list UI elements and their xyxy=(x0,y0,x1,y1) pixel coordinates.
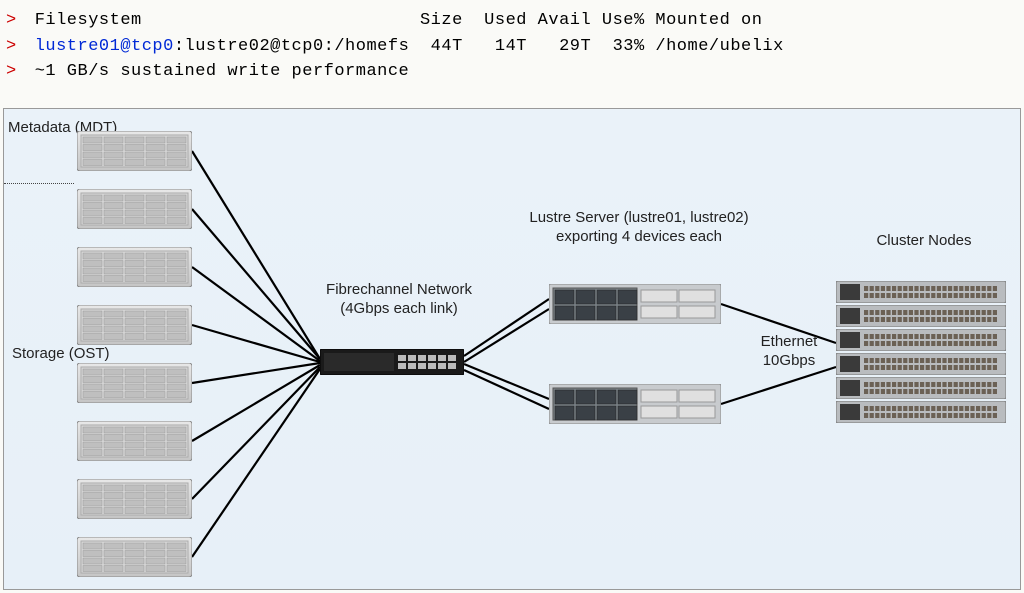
cluster-node-icon xyxy=(836,353,1006,375)
cluster-nodes-label: Cluster Nodes xyxy=(854,232,994,251)
storage-server-icon xyxy=(77,189,192,229)
storage-server-icon xyxy=(77,537,192,577)
mdt-ost-separator xyxy=(4,183,74,184)
df-fs-rest: :lustre02@tcp0:/homefs 44T 14T 29T 33% /… xyxy=(174,37,784,56)
terminal-block: > Filesystem Size Used Avail Use% Mounted… xyxy=(0,0,1024,91)
cluster-node-icon xyxy=(836,329,1006,351)
storage-server-icon xyxy=(77,131,192,171)
storage-server-icon xyxy=(77,479,192,519)
ethernet-label: Ethernet 10Gbps xyxy=(749,333,829,371)
cluster-node-icon xyxy=(836,401,1006,423)
lustre-server-icon xyxy=(549,384,721,424)
cluster-node-icon xyxy=(836,281,1006,303)
prompt: > xyxy=(6,62,17,81)
lustre-server-icon xyxy=(549,284,721,324)
storage-server-icon xyxy=(77,305,192,345)
cluster-node-icon xyxy=(836,377,1006,399)
lustre-server-label: Lustre Server (lustre01, lustre02) expor… xyxy=(514,209,764,247)
perf-note: ~1 GB/s sustained write performance xyxy=(35,62,410,81)
storage-server-icon xyxy=(77,247,192,287)
architecture-diagram: Metadata (MDT) Storage (OST) Fibrechanne… xyxy=(3,108,1021,590)
terminal-line-3: > ~1 GB/s sustained write performance xyxy=(6,59,1018,85)
cluster-node-icon xyxy=(836,305,1006,327)
df-fs-blue: lustre01@tcp0 xyxy=(35,37,174,56)
terminal-line-2: > lustre01@tcp0:lustre02@tcp0:/homefs 44T… xyxy=(6,34,1018,60)
storage-label: Storage (OST) xyxy=(12,345,110,364)
storage-server-icon xyxy=(77,421,192,461)
terminal-line-1: > Filesystem Size Used Avail Use% Mounted… xyxy=(6,8,1018,34)
df-header: Filesystem Size Used Avail Use% Mounted … xyxy=(35,11,763,30)
fc-switch-icon xyxy=(320,349,464,375)
storage-server-icon xyxy=(77,363,192,403)
prompt: > xyxy=(6,11,17,30)
prompt: > xyxy=(6,37,17,56)
fibrechannel-label: Fibrechannel Network (4Gbps each link) xyxy=(314,281,484,319)
